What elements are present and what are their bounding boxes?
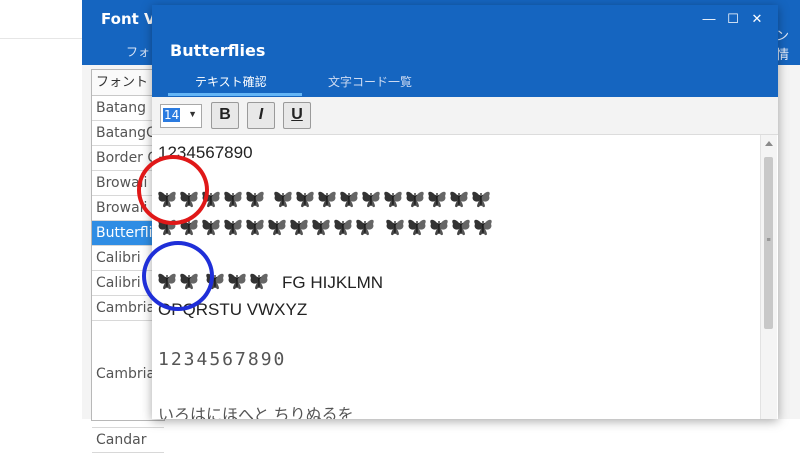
dialog-title: Butterflies: [170, 41, 266, 60]
divider: [0, 38, 82, 39]
preview-line-digits: 1234567890: [158, 349, 287, 370]
font-preview-dialog: — ☐ ✕ Butterflies テキスト確認 文字コード一覧 14 ▼ B …: [152, 5, 778, 419]
font-size-value: 14: [163, 108, 181, 122]
italic-button[interactable]: I: [247, 102, 275, 129]
main-tab-font[interactable]: フォ: [126, 43, 150, 60]
close-button[interactable]: ✕: [748, 10, 766, 28]
tab-text-preview[interactable]: テキスト確認: [195, 73, 267, 90]
main-window-title: Font V: [101, 10, 156, 28]
preview-line-letters: FG HIJKLMN: [282, 273, 384, 292]
main-tab-info[interactable]: ン情: [776, 25, 800, 63]
butterfly-glyphs-icon: [158, 191, 493, 236]
format-toolbar: 14 ▼ B I U: [152, 97, 778, 135]
minimize-button[interactable]: —: [700, 10, 718, 28]
red-annotation-circle: [137, 155, 209, 225]
underline-button[interactable]: U: [283, 102, 311, 129]
chevron-down-icon: ▼: [188, 109, 197, 119]
desktop-background: [0, 0, 82, 419]
vertical-scrollbar[interactable]: ≡: [760, 135, 777, 419]
preview-text-area[interactable]: 1234567890 FG HIJKLMN OPQRSTU VWXYZ 1234…: [152, 135, 759, 419]
font-size-select[interactable]: 14 ▼: [160, 104, 202, 128]
active-tab-indicator: [168, 93, 302, 96]
bold-button[interactable]: B: [211, 102, 239, 129]
tab-char-codes[interactable]: 文字コード一覧: [328, 73, 412, 90]
scroll-up-arrow-icon[interactable]: [765, 141, 773, 146]
scroll-thumb[interactable]: ≡: [764, 157, 773, 329]
maximize-button[interactable]: ☐: [724, 10, 742, 28]
preview-line-kana: いろはにほへと ちりぬるを: [158, 407, 354, 419]
blue-annotation-circle: [142, 241, 214, 311]
grip-icon: ≡: [766, 237, 771, 244]
font-list-item[interactable]: Candar: [92, 428, 164, 453]
